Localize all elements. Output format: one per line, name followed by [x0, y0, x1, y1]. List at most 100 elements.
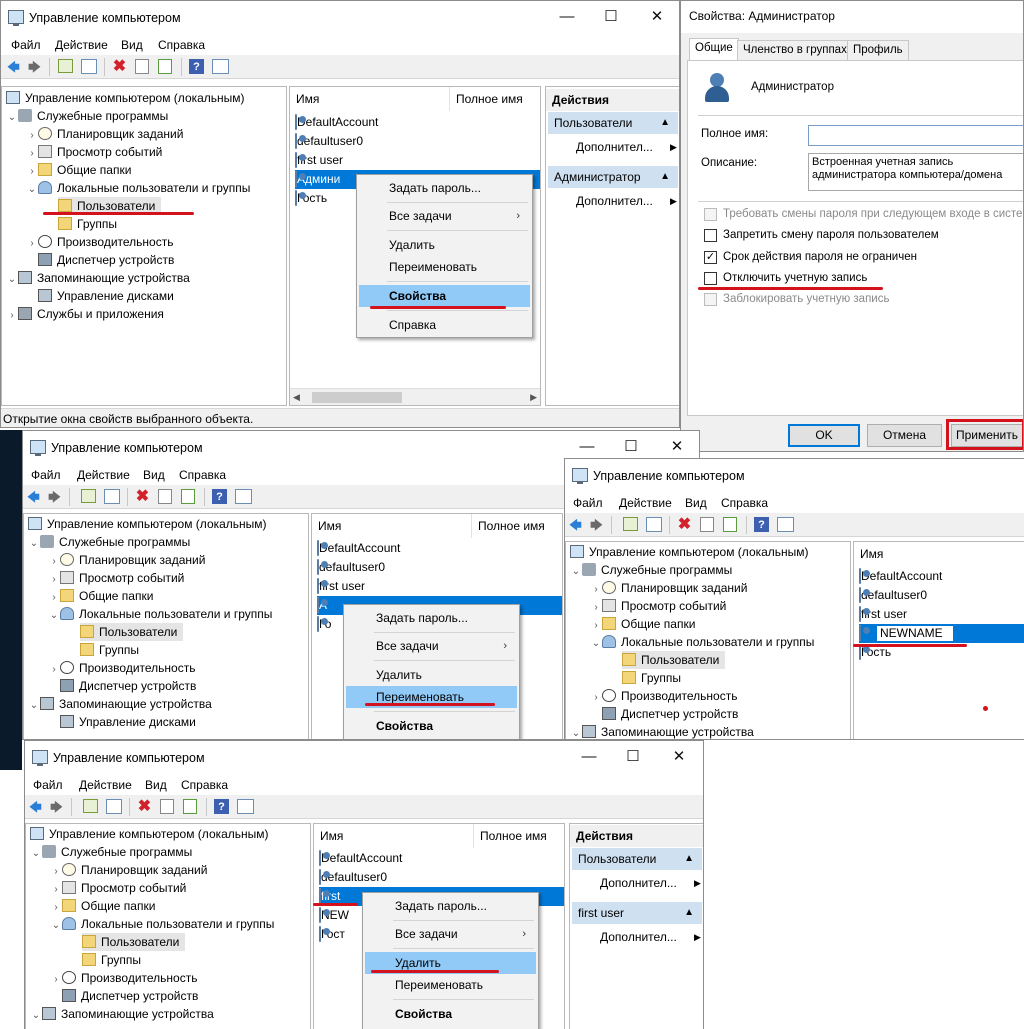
tree-services[interactable]: › Службы и приложения [6, 305, 164, 323]
tree-perf[interactable]: › Производительность [26, 233, 173, 251]
column-name[interactable]: Имя [854, 542, 1024, 566]
tree-storage[interactable]: ⌄ Запоминающие устройства [570, 723, 754, 739]
menu-properties[interactable]: Свойства [346, 715, 517, 737]
forward-arrow-icon[interactable]: 🡆 [48, 799, 65, 815]
actions-more[interactable]: Дополнител... ▶ [600, 927, 701, 947]
tree-tools[interactable]: ⌄ Служебные программы [6, 107, 168, 125]
tree-scheduler[interactable]: › Планировщик заданий [26, 125, 183, 143]
actions-more[interactable]: Дополнител... ▶ [576, 191, 677, 211]
tree-storage[interactable]: ⌄ Запоминающие устройства [28, 695, 212, 713]
menu-view[interactable]: Вид [145, 778, 167, 792]
tree-shared[interactable]: › Общие папки [590, 615, 695, 633]
tree-root[interactable]: Управление компьютером (локальным) [30, 825, 269, 843]
tree-groups[interactable]: Группы [80, 641, 139, 659]
show-tree-icon[interactable] [104, 489, 120, 504]
menu-action[interactable]: Действие [77, 468, 130, 482]
tree-tools[interactable]: ⌄ Служебные программы [570, 561, 732, 579]
menu-rename[interactable]: Переименовать [359, 256, 530, 278]
back-arrow-icon[interactable]: 🡄 [5, 59, 22, 75]
tree-local-users[interactable]: ⌄ Локальные пользователи и группы [590, 633, 814, 651]
delete-icon[interactable]: ✖ [136, 799, 153, 815]
cb-never-expires-label[interactable]: Срок действия пароля не ограничен [723, 251, 917, 263]
actions-users-section[interactable]: Пользователи ▲ [572, 848, 702, 870]
forward-arrow-icon[interactable]: 🡆 [26, 59, 43, 75]
maximize-button[interactable]: ☐ [619, 747, 647, 767]
cb-never-expires[interactable]: ✓ [704, 251, 717, 264]
help-icon[interactable]: ? [214, 799, 229, 814]
menu-rename[interactable]: Переименовать [365, 974, 536, 996]
cb-disable-account[interactable] [704, 272, 717, 285]
properties-icon[interactable] [160, 799, 174, 814]
back-arrow-icon[interactable]: 🡄 [27, 799, 44, 815]
forward-arrow-icon[interactable]: 🡆 [588, 517, 605, 533]
help-icon[interactable]: ? [754, 517, 769, 532]
rename-edit-field[interactable]: NEWNAME [876, 625, 954, 642]
delete-icon[interactable]: ✖ [134, 489, 151, 505]
maximize-button[interactable]: ☐ [597, 7, 625, 27]
action-pane-icon[interactable] [777, 517, 794, 532]
list-item[interactable]: DefaultAccount [295, 113, 378, 132]
tree-local-users[interactable]: ⌄ Локальные пользователи и группы [48, 605, 272, 623]
tree-shared[interactable]: › Общие папки [50, 897, 155, 915]
properties-icon[interactable] [700, 517, 714, 532]
menu-delete[interactable]: Удалить [359, 234, 530, 256]
cancel-button[interactable]: Отмена [867, 424, 942, 447]
minimize-button[interactable]: — [573, 437, 601, 457]
description-field[interactable]: Встроенная учетная запись администратора… [808, 153, 1023, 191]
column-fullname[interactable]: Полное имя [450, 87, 540, 111]
cb-cannot-change[interactable] [704, 229, 717, 242]
tab-profile[interactable]: Профиль [847, 40, 909, 61]
menu-help[interactable]: Справка [359, 314, 530, 336]
menu-help[interactable]: Справка [179, 468, 226, 482]
export-icon[interactable] [183, 799, 197, 814]
list-item[interactable]: first user [859, 605, 907, 624]
tree-local-users[interactable]: ⌄ Локальные пользователи и группы [26, 179, 250, 197]
up-folder-icon[interactable] [81, 489, 96, 503]
menu-view[interactable]: Вид [685, 496, 707, 510]
tree-diskmgmt[interactable]: Управление дисками [60, 713, 196, 731]
actions-selected-section[interactable]: first user ▲ [572, 902, 702, 924]
tree-scheduler[interactable]: › Планировщик заданий [48, 551, 205, 569]
menu-delete[interactable]: Удалить [346, 664, 517, 686]
back-arrow-icon[interactable]: 🡄 [25, 489, 42, 505]
horizontal-scrollbar[interactable]: ◀ ▶ [290, 388, 540, 405]
export-icon[interactable] [723, 517, 737, 532]
action-pane-icon[interactable] [237, 799, 254, 814]
list-item[interactable]: DefaultAccount [319, 849, 402, 868]
menu-file[interactable]: Файл [33, 778, 63, 792]
list-item[interactable]: defaultuser0 [317, 558, 385, 577]
tree-perf[interactable]: › Производительность [48, 659, 195, 677]
tree-local-users[interactable]: ⌄ Локальные пользователи и группы [50, 915, 274, 933]
tree-tools[interactable]: ⌄ Служебные программы [30, 843, 192, 861]
list-item[interactable]: defaultuser0 [295, 132, 363, 151]
menu-properties[interactable]: Свойства [359, 285, 530, 307]
tab-membership[interactable]: Членство в группах [737, 40, 853, 61]
tree-groups[interactable]: Группы [622, 669, 681, 687]
menu-file[interactable]: Файл [31, 468, 61, 482]
show-tree-icon[interactable] [106, 799, 122, 814]
actions-more[interactable]: Дополнител... ▶ [600, 873, 701, 893]
tree-root[interactable]: Управление компьютером (локальным) [570, 543, 809, 561]
up-folder-icon[interactable] [58, 59, 73, 73]
column-fullname[interactable]: Полное имя [474, 824, 564, 848]
column-name[interactable]: Имя [312, 514, 472, 538]
menu-action[interactable]: Действие [619, 496, 672, 510]
tree-users[interactable]: Пользователи [82, 933, 186, 951]
menu-view[interactable]: Вид [121, 38, 143, 52]
list-item[interactable]: DefaultAccount [317, 539, 400, 558]
maximize-button[interactable]: ☐ [617, 437, 645, 457]
column-name[interactable]: Имя [290, 87, 450, 111]
list-item[interactable]: Гость [295, 189, 327, 208]
list-item[interactable]: Го [317, 615, 331, 634]
minimize-button[interactable]: — [575, 747, 603, 767]
tree-devmgr[interactable]: Диспетчер устройств [602, 705, 738, 723]
close-button[interactable]: ✕ [665, 747, 693, 767]
tree-tools[interactable]: ⌄ Служебные программы [28, 533, 190, 551]
show-tree-icon[interactable] [646, 517, 662, 532]
list-item[interactable]: defaultuser0 [859, 586, 927, 605]
list-item[interactable]: first user [317, 577, 365, 596]
menu-all-tasks[interactable]: Все задачи › [359, 205, 530, 227]
menu-help[interactable]: Справка [158, 38, 205, 52]
tree-events[interactable]: › Просмотр событий [26, 143, 162, 161]
action-pane-icon[interactable] [212, 59, 229, 74]
